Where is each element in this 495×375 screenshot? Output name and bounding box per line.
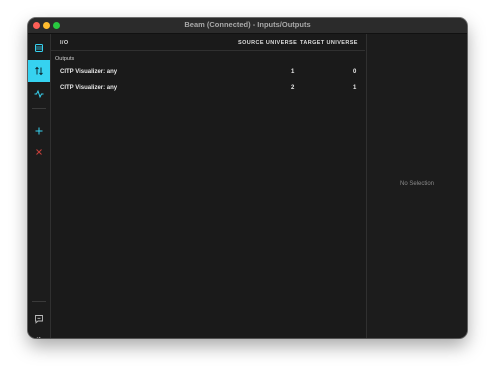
detail-panel: No Selection: [366, 34, 467, 338]
list-icon: [35, 44, 43, 52]
source-universe-value: 1: [291, 69, 295, 75]
column-header-source-universe[interactable]: SOURCE UNIVERSE: [238, 40, 297, 46]
io-routing-icon: [35, 66, 43, 76]
column-header-target-universe[interactable]: TARGET UNIVERSE: [300, 40, 358, 46]
sidebar-divider: [32, 301, 46, 302]
sidebar-io-button[interactable]: [28, 60, 50, 82]
section-header-outputs: Outputs: [55, 56, 75, 62]
settings-button[interactable]: [28, 330, 50, 338]
gear-icon: [36, 337, 42, 338]
table-row[interactable]: CITP Visualizer: any 1 0: [51, 65, 365, 81]
feedback-button[interactable]: [28, 308, 50, 330]
no-selection-text: No Selection: [399, 181, 435, 187]
sidebar-activity-button[interactable]: [28, 83, 50, 105]
table-row[interactable]: CITP Visualizer: any 2 1: [51, 81, 365, 97]
column-header-io[interactable]: I/O: [60, 40, 69, 46]
sidebar-divider: [32, 108, 46, 109]
add-button[interactable]: [28, 120, 50, 142]
output-name: CITP Visualizer: any: [60, 69, 118, 75]
activity-icon: [34, 89, 44, 99]
target-universe-value: 0: [353, 69, 357, 75]
output-name: CITP Visualizer: any: [60, 85, 118, 91]
chat-icon: [35, 315, 43, 324]
sidebar-list-button[interactable]: [28, 37, 50, 59]
source-universe-value: 2: [291, 85, 295, 91]
plus-icon: [35, 127, 43, 135]
io-table: I/O SOURCE UNIVERSE TARGET UNIVERSE Outp…: [51, 34, 365, 338]
target-universe-value: 1: [353, 85, 357, 91]
close-icon: [36, 149, 42, 155]
sidebar: [28, 34, 51, 338]
window-title: Beam (Connected) - Inputs/Outputs: [184, 20, 311, 29]
app-window: Beam (Connected) - Inputs/Outputs I/O SO…: [28, 18, 467, 338]
header-divider: [51, 50, 365, 51]
remove-button[interactable]: [28, 141, 50, 163]
title-bar: Beam (Connected) - Inputs/Outputs: [28, 18, 467, 34]
